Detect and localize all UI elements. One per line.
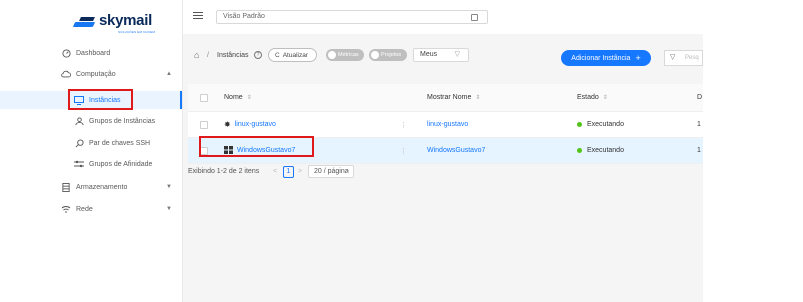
search-placeholder: Pesq [685, 55, 699, 61]
owner-filter-select[interactable]: Meus ▽ [413, 48, 469, 62]
breadcrumb: Instâncias [217, 52, 249, 59]
annotation-highlight-windows [199, 136, 314, 157]
table-header: Nome ⇕ Mostrar Nome ⇕ Estado ⇕ D [188, 84, 703, 112]
search-input[interactable]: ▽ Pesq [664, 50, 703, 66]
home-icon[interactable]: ⌂ [194, 50, 199, 60]
sidebar-item-ssh[interactable]: Par de chaves SSH [0, 134, 182, 152]
next-page-icon[interactable]: > [298, 168, 302, 175]
status-running-icon [577, 148, 582, 153]
dashboard-icon [61, 48, 71, 58]
affinity-icon [74, 159, 84, 169]
display-name-cell[interactable]: linux-gustavo [427, 112, 468, 137]
linux-icon: ✸ [224, 120, 231, 129]
state-label: Executando [587, 121, 624, 128]
pagination-info: Exibindo 1-2 de 2 itens [188, 168, 260, 175]
column-separator: ⋮ [400, 147, 407, 155]
toolbar: ⌂ / Instâncias ? C Atualizar Métricas Pr… [183, 44, 703, 70]
sidebar-item-rede[interactable]: Rede ▼ [0, 200, 182, 218]
plus-icon: + [635, 53, 641, 63]
sidebar-item-armazenamento[interactable]: Armazenamento ▼ [0, 178, 182, 196]
menu-collapse-icon[interactable] [193, 12, 203, 20]
state-cell: Executando [577, 112, 624, 137]
chevron-down-icon: ∨ [345, 169, 350, 175]
sort-icon: ⇕ [602, 95, 608, 101]
add-instance-label: Adicionar Instância [571, 54, 631, 62]
filter-icon: ▽ [454, 51, 460, 58]
sidebar-item-label: Grupos de Afinidade [89, 160, 153, 168]
sidebar-item-computacao[interactable]: Computação ▲ [0, 65, 182, 83]
skymail-logo-icon [72, 16, 96, 28]
breadcrumb-separator: / [207, 52, 209, 59]
logo-tagline: SOLUÇÕES EM NUVEM [118, 30, 156, 34]
view-select[interactable]: Visão Padrão [216, 10, 488, 24]
pagination: Exibindo 1-2 de 2 itens < 1 > 20 / págin… [188, 165, 488, 180]
column-separator: ⋮ [400, 121, 407, 129]
sort-icon: ⇕ [246, 95, 252, 101]
extra-cell: 1 [697, 121, 701, 128]
instance-name-link[interactable]: linux-gustavo [235, 121, 276, 128]
instance-name-cell[interactable]: ✸ linux-gustavo [224, 112, 276, 137]
logo[interactable]: skymail SOLUÇÕES EM NUVEM [72, 10, 174, 36]
owner-filter-value: Meus [420, 51, 438, 58]
view-select-value: Visão Padrão [223, 13, 265, 20]
projects-toggle[interactable]: Projetos [369, 49, 407, 61]
refresh-label: Atualizar [282, 51, 308, 59]
chevron-down-icon: ▼ [166, 206, 172, 212]
refresh-button[interactable]: C Atualizar [268, 48, 317, 62]
sidebar-item-afinidade[interactable]: Grupos de Afinidade [0, 155, 182, 173]
column-header-display-name[interactable]: Mostrar Nome ⇕ [427, 84, 480, 111]
page-current[interactable]: 1 [283, 166, 294, 178]
state-label: Executando [587, 147, 624, 154]
table-row[interactable]: ✸ linux-gustavo ⋮ linux-gustavo Executan… [188, 112, 703, 138]
filter-icon: ▽ [670, 54, 676, 61]
metrics-toggle[interactable]: Métricas [326, 49, 364, 61]
status-running-icon [577, 122, 582, 127]
display-name-cell[interactable]: WindowsGustavo7 [427, 138, 485, 163]
annotation-highlight-instancias [68, 89, 133, 110]
sidebar-item-label: Par de chaves SSH [89, 139, 151, 147]
row-checkbox[interactable] [200, 120, 208, 129]
sidebar-item-label: Rede [76, 205, 93, 213]
sidebar-item-grupos-instancias[interactable]: Grupos de Instâncias [0, 112, 182, 130]
add-instance-button[interactable]: Adicionar Instância + [561, 50, 651, 66]
cloud-icon [61, 69, 71, 79]
state-cell: Executando [577, 138, 624, 163]
select-all-checkbox[interactable] [200, 93, 208, 102]
chevron-down-icon: ▼ [166, 184, 172, 190]
projects-label: Projetos [381, 52, 402, 58]
chevron-up-icon: ▲ [166, 71, 172, 77]
column-header-extra[interactable]: D [697, 84, 702, 111]
sidebar-item-label: Armazenamento [76, 183, 128, 191]
sidebar: skymail SOLUÇÕES EM NUVEM Dashboard Comp… [0, 0, 182, 302]
column-header-state[interactable]: Estado ⇕ [577, 84, 608, 111]
storage-icon [61, 182, 71, 192]
key-icon [74, 138, 84, 148]
sort-icon: ⇕ [475, 95, 481, 101]
sidebar-item-dashboard[interactable]: Dashboard [0, 44, 182, 62]
metrics-label: Métricas [338, 52, 359, 58]
logo-name: skymail [99, 12, 152, 29]
sidebar-item-label: Dashboard [76, 49, 111, 57]
wifi-icon [61, 204, 71, 214]
column-header-name[interactable]: Nome ⇕ [224, 84, 252, 111]
sidebar-item-label: Computação [76, 70, 116, 78]
help-icon[interactable]: ? [254, 51, 262, 59]
page-size-value: 20 / página [314, 168, 349, 175]
page-size-select[interactable]: 20 / página ∨ [308, 165, 354, 178]
extra-cell: 1 [697, 147, 701, 154]
prev-page-icon[interactable]: < [273, 168, 277, 175]
sidebar-item-label: Grupos de Instâncias [89, 117, 156, 125]
users-icon [74, 116, 84, 126]
view-settings-icon[interactable] [471, 14, 478, 21]
refresh-icon: C [275, 51, 280, 59]
